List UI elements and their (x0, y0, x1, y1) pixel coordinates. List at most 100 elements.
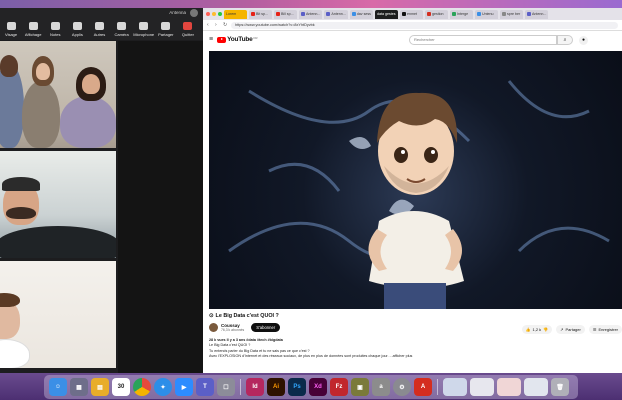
illustrator-icon[interactable]: Ai (267, 378, 285, 396)
tab-12[interactable]: spre ber (499, 9, 523, 19)
calculator-icon[interactable]: ▤ (91, 378, 109, 396)
participant-tile-2[interactable] (0, 151, 116, 258)
tab-7[interactable]: data gestes (374, 9, 398, 19)
apps-icon (72, 22, 82, 30)
window-thumbnail-icon[interactable] (470, 378, 494, 396)
tab-favicon-icon (301, 12, 305, 16)
toolbar-partager[interactable]: Partager (155, 22, 177, 37)
tab-favicon-icon (276, 12, 280, 16)
avatar[interactable] (190, 9, 198, 17)
teams-icon[interactable]: T (196, 378, 214, 396)
video-player[interactable] (209, 51, 622, 309)
share-button[interactable]: ↗ Partager (556, 325, 585, 334)
launchpad-icon[interactable]: ▦ (70, 378, 88, 396)
toolbar-visage[interactable]: Visage (0, 22, 22, 37)
toolbar-autres[interactable]: Autres (88, 22, 110, 37)
maximize-window-button[interactable] (218, 12, 222, 16)
share-icon: ↗ (560, 327, 564, 332)
settings-icon[interactable]: ⚙ (393, 378, 411, 396)
participant-tile-1[interactable] (0, 41, 116, 148)
window-thumbnail-icon[interactable] (497, 378, 521, 396)
user-name: Antenna (169, 10, 186, 15)
reload-icon[interactable]: ↻ (223, 22, 228, 28)
toolbar-applis[interactable]: Applis (66, 22, 88, 37)
subscribe-button[interactable]: S'abonner (251, 323, 281, 332)
face-icon (6, 22, 16, 30)
thumbs-up-icon: 👍 (525, 327, 531, 332)
youtube-logo[interactable]: YouTube FR (217, 36, 258, 43)
finder-icon[interactable]: ☺ (49, 378, 67, 396)
tab-favicon-icon (326, 12, 331, 16)
back-arrow-icon[interactable]: ‹ (207, 22, 212, 28)
voice-search-button[interactable]: ● (579, 36, 588, 45)
leave-icon (183, 22, 193, 30)
tab-favicon-icon (526, 12, 531, 16)
video-actions: 👍 1,2 k 👎 ↗ Partager ☰ Enregistrer (521, 325, 622, 334)
search-button[interactable]: ⌕ (557, 35, 573, 45)
tab-2[interactable]: Bit sp... (249, 9, 272, 19)
video-frame-cartoon (228, 80, 610, 309)
address-bar: ‹ › ↻ https://www.youtube.com/watch?v=8x… (203, 20, 622, 31)
tab-favicon-icon (426, 12, 431, 16)
subscriber-count: 76,3 k abonnés (221, 328, 245, 332)
video-description[interactable]: 28 k vues Il y a 3 ans #data #tech #bigd… (209, 338, 614, 360)
toolbar-affichage[interactable]: Affichage (22, 22, 44, 37)
trash-icon[interactable]: 🗑 (551, 378, 569, 396)
dock-separator (240, 379, 241, 395)
menu-bar (0, 0, 622, 8)
tab-6[interactable]: dav sess (349, 9, 373, 19)
window-thumbnail-icon[interactable] (524, 378, 548, 396)
calendar-icon[interactable]: 30 (112, 378, 130, 396)
view-icon (28, 22, 38, 30)
tab-favicon-icon (451, 12, 456, 16)
indesign-icon[interactable]: Id (246, 378, 264, 396)
window-thumbnail-icon[interactable] (443, 378, 467, 396)
toolbar-quitter[interactable]: Quitter (177, 22, 199, 37)
toolbar-notes[interactable]: Notes (44, 22, 66, 37)
tab-9[interactable]: gestion (424, 9, 448, 19)
dock: ☺ ▦ ▤ 30 ✦ ▶ T ☐ Id Ai Ps Xd Fz ▣ a ⚙ A … (44, 375, 578, 399)
minimize-window-button[interactable] (212, 12, 216, 16)
chrome-icon[interactable] (133, 378, 151, 396)
tab-favicon-icon (351, 12, 356, 16)
safari-icon[interactable]: ✦ (154, 378, 172, 396)
toolbar-camera[interactable]: Caméra (111, 22, 133, 37)
tab-3[interactable]: Bill sp... (274, 9, 297, 19)
like-button[interactable]: 👍 1,2 k 👎 (521, 325, 553, 334)
menu-icon[interactable]: ≡ (209, 36, 213, 43)
toolbar-microphone[interactable]: Microphone (133, 22, 155, 37)
tab-favicon-icon (476, 12, 481, 16)
channel-avatar[interactable] (209, 323, 218, 332)
search-input[interactable]: Rechercher (409, 35, 557, 45)
microphone-icon: ● (581, 37, 586, 43)
tab-13[interactable]: Antenn... (524, 9, 549, 19)
tab-8[interactable]: enmet (399, 9, 423, 19)
acrobat-icon[interactable]: A (414, 378, 432, 396)
filezilla-icon[interactable]: Fz (330, 378, 348, 396)
thumbs-down-icon[interactable]: 👎 (543, 327, 548, 332)
forward-arrow-icon[interactable]: › (215, 22, 220, 28)
show-more-link[interactable]: ...afficher plus (390, 354, 413, 358)
url-field[interactable]: https://www.youtube.com/watch?v=8xYhtDyv… (231, 21, 618, 29)
preview-icon[interactable]: ☐ (217, 378, 235, 396)
tab-11[interactable]: Untenu (474, 9, 498, 19)
save-button[interactable]: ☰ Enregistrer (588, 325, 622, 334)
video-title: ⊙ Le Big Data c'est QUOI ? (209, 313, 279, 319)
tab-5[interactable]: Antenn... (324, 9, 348, 19)
tab-favicon-icon (501, 12, 506, 16)
zoom-icon[interactable]: ▶ (175, 378, 193, 396)
tab-favicon-icon (401, 12, 406, 16)
archive-icon[interactable]: ▣ (351, 378, 369, 396)
tab-4[interactable]: Antenn... (299, 9, 323, 19)
tab-lorem[interactable]: Lorem (224, 9, 247, 19)
youtube-play-icon (217, 36, 227, 43)
browser-window: Lorem Bit sp... Bill sp... Antenn... Ant… (203, 8, 622, 373)
text-app-icon[interactable]: a (372, 378, 390, 396)
tab-10[interactable]: Interge (449, 9, 473, 19)
save-icon: ☰ (592, 327, 597, 332)
photoshop-icon[interactable]: Ps (288, 378, 306, 396)
participant-tile-3[interactable] (0, 261, 116, 368)
xd-icon[interactable]: Xd (309, 378, 327, 396)
close-window-button[interactable] (206, 12, 210, 16)
share-icon (161, 22, 171, 30)
